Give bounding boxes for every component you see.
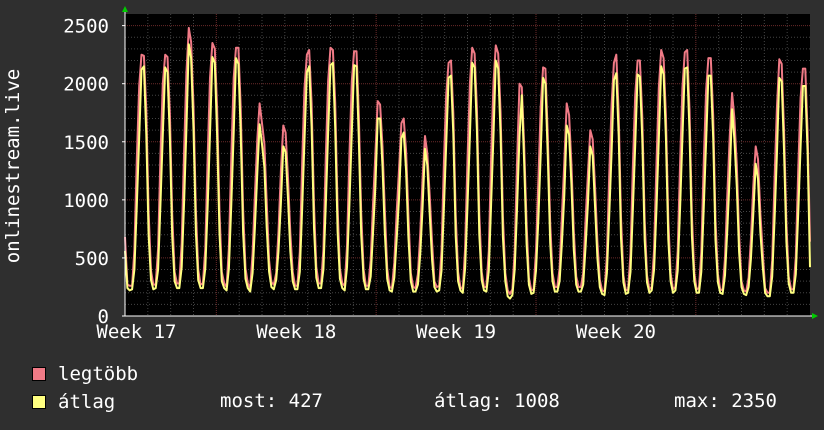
- chart-root: 0 500 1000 1500 2000 2500 Week 17 Week 18 Week …: [0, 0, 824, 430]
- legend-label-avg: átlag: [58, 391, 116, 413]
- legend-item-avg: átlag: [32, 390, 115, 414]
- x-tick-label: Week 18: [256, 321, 336, 343]
- x-tick-label: Week 17: [96, 321, 176, 343]
- legend-label-max: legtöbb: [58, 363, 139, 385]
- y-axis-arrow: [122, 6, 128, 12]
- legend-swatch-max: [32, 367, 46, 381]
- stat-current: most: 427: [220, 390, 323, 412]
- stat-maximum: max: 2350: [674, 390, 777, 412]
- y-axis-title: onlinestream.live: [2, 69, 24, 263]
- legend-swatch-avg: [32, 395, 46, 409]
- legend-item-max: legtöbb: [32, 362, 138, 386]
- y-tick-label: 2500: [63, 16, 109, 38]
- y-tick-label: 1000: [63, 190, 109, 212]
- y-tick-label: 1500: [63, 132, 109, 154]
- x-axis-arrow: [812, 313, 818, 319]
- y-tick-label: 2000: [63, 74, 109, 96]
- x-tick-label: Week 19: [416, 321, 496, 343]
- stat-average: átlag: 1008: [434, 390, 560, 412]
- y-tick-label: 500: [75, 248, 109, 270]
- x-tick-label: Week 20: [576, 321, 656, 343]
